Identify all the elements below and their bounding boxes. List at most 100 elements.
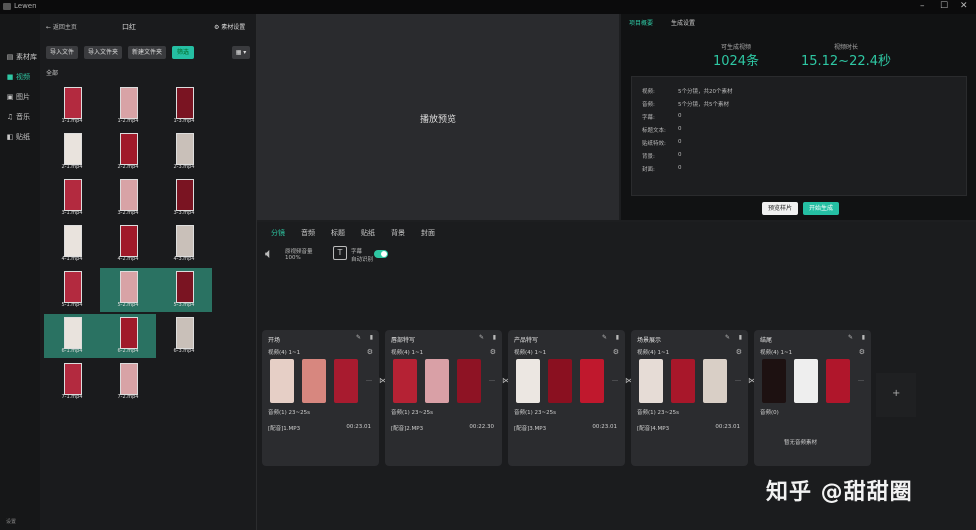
media-thumbnail[interactable]: 7-1.mp4 bbox=[44, 360, 100, 404]
tab-generate-settings[interactable]: 生成设置 bbox=[671, 18, 695, 27]
sticker-icon: ◧ bbox=[6, 133, 14, 141]
storyboard-card[interactable]: 开场 视频(4) 1~1 音频(1) 23~25s [配音]1.MP3 00:23.01… bbox=[262, 330, 379, 466]
sidebar-item-music[interactable]: ♫ 音乐 bbox=[6, 112, 30, 122]
edit-icon[interactable]: ✎ bbox=[479, 334, 484, 341]
media-thumbnail[interactable]: 1-1.mp4 bbox=[44, 84, 100, 128]
delete-icon[interactable]: ▮ bbox=[739, 334, 742, 341]
card-clip-thumbnail[interactable] bbox=[516, 359, 540, 403]
media-thumbnail[interactable]: 5-3.mp4 bbox=[156, 268, 212, 312]
material-settings-button[interactable]: ⚙ 素材设置 bbox=[214, 22, 245, 31]
storyboard-card[interactable]: 产品特写 视频(4) 1~1 音频(1) 23~25s [配音]3.MP3 00:23.… bbox=[508, 330, 625, 466]
more-icon[interactable]: … bbox=[612, 376, 618, 383]
media-thumbnail[interactable]: 1-3.mp4 bbox=[156, 84, 212, 128]
delete-icon[interactable]: ▮ bbox=[370, 334, 373, 341]
edit-icon[interactable]: ✎ bbox=[848, 334, 853, 341]
edit-icon[interactable]: ✎ bbox=[602, 334, 607, 341]
card-clip-thumbnail[interactable] bbox=[302, 359, 326, 403]
media-thumbnail[interactable]: 5-2.mp4 bbox=[100, 268, 156, 312]
media-thumbnail[interactable]: 2-3.mp4 bbox=[156, 130, 212, 174]
card-clip-thumbnail[interactable] bbox=[580, 359, 604, 403]
summary-value: 5个分镜，共20个素材 bbox=[678, 89, 733, 95]
sidebar-item-label: 图片 bbox=[16, 93, 30, 101]
gear-icon[interactable]: ⚙ bbox=[613, 348, 619, 356]
delete-icon[interactable]: ▮ bbox=[493, 334, 496, 341]
edit-icon[interactable]: ✎ bbox=[725, 334, 730, 341]
gear-icon[interactable]: ⚙ bbox=[859, 348, 865, 356]
maximize-icon[interactable]: ☐ bbox=[940, 1, 948, 11]
preview-sample-button[interactable]: 预览样片 bbox=[762, 202, 798, 215]
more-icon[interactable]: … bbox=[735, 376, 741, 383]
media-thumbnail-image bbox=[120, 271, 138, 303]
media-thumbnail[interactable]: 6-1.mp4 bbox=[44, 314, 100, 358]
card-clip-thumbnail[interactable] bbox=[703, 359, 727, 403]
import-folder-button[interactable]: 导入文件夹 bbox=[84, 46, 122, 59]
card-clip-thumbnail[interactable] bbox=[457, 359, 481, 403]
sidebar-item-image[interactable]: ▣ 图片 bbox=[6, 92, 30, 102]
media-thumbnail[interactable]: 6-2.mp4 bbox=[100, 314, 156, 358]
gear-icon[interactable]: ⚙ bbox=[490, 348, 496, 356]
media-thumbnail-image bbox=[120, 87, 138, 119]
media-thumbnail[interactable]: 1-2.mp4 bbox=[100, 84, 156, 128]
card-clip-thumbnail[interactable] bbox=[334, 359, 358, 403]
volume-icon[interactable]: 🔈︎ bbox=[265, 246, 273, 262]
card-clip-thumbnail[interactable] bbox=[270, 359, 294, 403]
back-link[interactable]: ← 返回主页 bbox=[46, 22, 77, 31]
delete-icon[interactable]: ▮ bbox=[862, 334, 865, 341]
media-thumbnail[interactable]: 5-1.mp4 bbox=[44, 268, 100, 312]
card-clip-thumbnail[interactable] bbox=[671, 359, 695, 403]
card-clip-thumbnail[interactable] bbox=[762, 359, 786, 403]
tab-audio[interactable]: 音频 bbox=[301, 228, 315, 238]
import-file-button[interactable]: 导入文件 bbox=[46, 46, 78, 59]
card-clip-thumbnail[interactable] bbox=[826, 359, 850, 403]
close-icon[interactable]: ✕ bbox=[960, 1, 968, 11]
card-clip-thumbnail[interactable] bbox=[425, 359, 449, 403]
minimize-icon[interactable]: – bbox=[920, 1, 925, 11]
edit-icon[interactable]: ✎ bbox=[356, 334, 361, 341]
media-thumbnail[interactable]: 6-3.mp4 bbox=[156, 314, 212, 358]
card-clip-thumbnail[interactable] bbox=[548, 359, 572, 403]
gear-icon[interactable]: ⚙ bbox=[367, 348, 373, 356]
view-toggle-icon[interactable]: ▦ ▾ bbox=[232, 46, 250, 59]
storyboard-card[interactable]: 唇部特写 视频(4) 1~1 音频(1) 23~25s [配音]2.MP3 00:22.… bbox=[385, 330, 502, 466]
add-storyboard-button[interactable]: + bbox=[876, 373, 916, 417]
storyboard-card[interactable]: 场景展示 视频(4) 1~1 音频(1) 23~25s [配音]4.MP3 00:23.… bbox=[631, 330, 748, 466]
card-clip-thumbnail[interactable] bbox=[794, 359, 818, 403]
media-panel: ← 返回主页 口红 ⚙ 素材设置 导入文件 导入文件夹 新建文件夹 筛选 ▦ ▾… bbox=[40, 14, 257, 530]
media-thumbnail[interactable]: 2-2.mp4 bbox=[100, 130, 156, 174]
tab-storyboard[interactable]: 分镜 bbox=[271, 228, 285, 238]
sidebar-item-library[interactable]: ▤ 素材库 bbox=[6, 52, 37, 62]
media-thumbnail[interactable]: 4-2.mp4 bbox=[100, 222, 156, 266]
media-thumbnail-label: 5-3.mp4 bbox=[173, 302, 195, 308]
video-icon: ■ bbox=[6, 73, 14, 81]
media-thumbnail[interactable]: 2-1.mp4 bbox=[44, 130, 100, 174]
subtitle-toggle[interactable] bbox=[374, 250, 388, 258]
delete-icon[interactable]: ▮ bbox=[616, 334, 619, 341]
more-icon[interactable]: … bbox=[858, 376, 864, 383]
media-thumbnail[interactable]: 3-2.mp4 bbox=[100, 176, 156, 220]
card-clip-thumbnail[interactable] bbox=[393, 359, 417, 403]
sidebar-item-sticker[interactable]: ◧ 贴纸 bbox=[6, 132, 30, 142]
media-thumbnail[interactable]: 7-2.mp4 bbox=[100, 360, 156, 404]
start-generate-button[interactable]: 开始生成 bbox=[803, 202, 839, 215]
tab-overview[interactable]: 项目概要 bbox=[629, 18, 653, 27]
tab-cover[interactable]: 封面 bbox=[421, 228, 435, 238]
filter-button[interactable]: 筛选 bbox=[172, 46, 194, 59]
more-icon[interactable]: … bbox=[366, 376, 372, 383]
media-thumbnail[interactable]: 4-1.mp4 bbox=[44, 222, 100, 266]
folder-all[interactable]: 全部 bbox=[46, 68, 58, 77]
tab-sticker[interactable]: 贴纸 bbox=[361, 228, 375, 238]
media-thumbnail[interactable]: 4-3.mp4 bbox=[156, 222, 212, 266]
more-icon[interactable]: … bbox=[489, 376, 495, 383]
tab-title[interactable]: 标题 bbox=[331, 228, 345, 238]
sidebar-item-video[interactable]: ■ 视频 bbox=[6, 72, 30, 82]
storyboard-card[interactable]: 结尾 视频(4) 1~1 音频(0) 暂无音频素材 ✎ ▮ ⚙… bbox=[754, 330, 871, 466]
card-audio-count: 音频(1) 23~25s bbox=[637, 410, 680, 416]
card-clip-thumbnail[interactable] bbox=[639, 359, 663, 403]
media-thumbnail-image bbox=[64, 225, 82, 257]
media-thumbnail[interactable]: 3-3.mp4 bbox=[156, 176, 212, 220]
media-thumbnail[interactable]: 3-1.mp4 bbox=[44, 176, 100, 220]
tab-background[interactable]: 背景 bbox=[391, 228, 405, 238]
gear-icon[interactable]: ⚙ bbox=[736, 348, 742, 356]
new-folder-button[interactable]: 新建文件夹 bbox=[128, 46, 166, 59]
settings-link[interactable]: 设置 bbox=[0, 518, 40, 525]
